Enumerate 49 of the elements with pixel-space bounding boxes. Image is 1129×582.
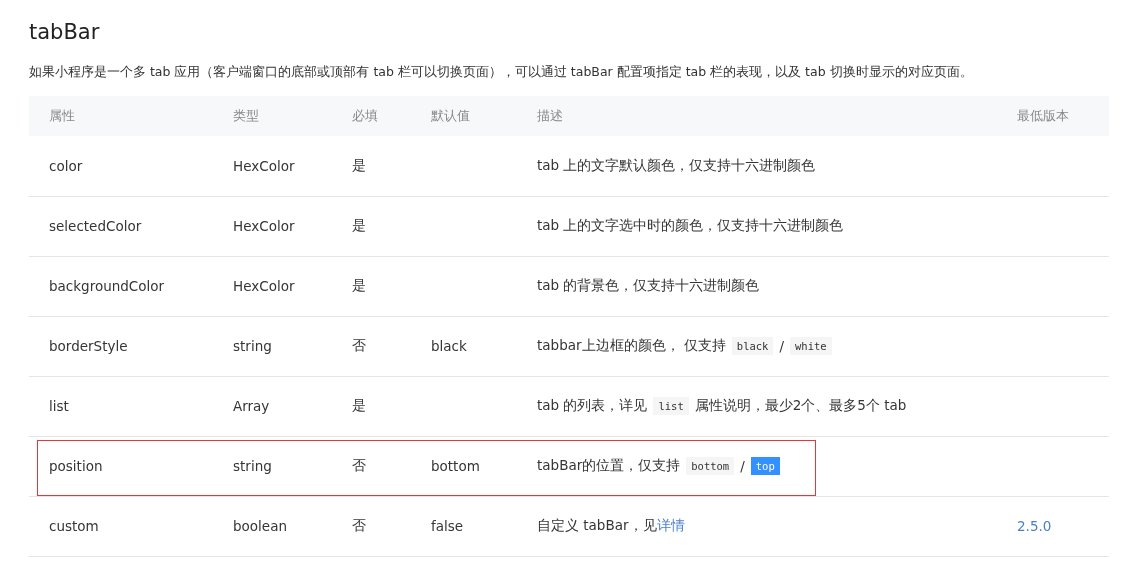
table-cell: 否 xyxy=(352,457,366,473)
table-cell: string xyxy=(233,338,272,354)
table-cell: / xyxy=(740,458,745,474)
code-snippet: bottom xyxy=(686,457,735,475)
table-cell: HexColor xyxy=(233,218,295,234)
code-snippet: top xyxy=(750,457,780,475)
column-header: 描述 xyxy=(517,96,997,136)
code-snippet: white xyxy=(790,337,832,355)
table-cell: tab 上的文字默认颜色，仅支持十六进制颜色 xyxy=(537,156,816,175)
table-cell: HexColor xyxy=(233,157,295,174)
table-cell: selectedColor xyxy=(49,218,142,234)
code-snippet: black xyxy=(731,337,774,355)
intro-paragraph: 如果小程序是一个多 tab 应用（客户端窗口的底部或顶部有 tab 栏可以切换页面），可以通过 tabBar 配置项指定 tab 栏的表现，以及 tab 切换时显示的对应页面。 xyxy=(29,63,974,81)
table-cell: 属性说明，最少2个、最多5个 tab xyxy=(694,397,907,415)
table-cell: borderStyle xyxy=(49,338,128,354)
table-cell: color xyxy=(49,157,83,174)
table-cell: 自定义 tabBar，见 xyxy=(537,517,657,535)
details-link[interactable]: 详情 xyxy=(656,517,685,535)
table-cell: 是 xyxy=(352,217,366,233)
table-cell: string xyxy=(233,458,272,474)
table-cell: 否 xyxy=(352,517,366,533)
table-cell: tabbar上边框的颜色， 仅支持 xyxy=(537,337,726,355)
table-cell: HexColor xyxy=(233,278,295,294)
version-link[interactable]: 2.5.0 xyxy=(1017,518,1052,534)
page-title: tabBar xyxy=(29,19,101,46)
table-cell: backgroundColor xyxy=(49,278,165,294)
table-cell: bottom xyxy=(431,458,480,474)
table-cell: tab 的列表，详见 xyxy=(537,397,648,415)
table-cell: false xyxy=(431,518,464,534)
column-header: 类型 xyxy=(213,96,332,136)
table-cell: 是 xyxy=(352,277,366,293)
table-cell: 是 xyxy=(352,156,366,173)
table-cell: tab 上的文字选中时的颜色，仅支持十六进制颜色 xyxy=(537,217,844,235)
column-header: 默认值 xyxy=(411,96,517,136)
table-cell: Array xyxy=(233,398,270,414)
table-cell: tab 的背景色，仅支持十六进制颜色 xyxy=(537,277,760,295)
table-cell: list xyxy=(49,398,69,414)
code-snippet: list xyxy=(653,397,689,415)
table-cell: 是 xyxy=(352,397,366,413)
table-cell: custom xyxy=(49,518,99,534)
column-header: 必填 xyxy=(332,96,411,136)
table-cell: position xyxy=(49,458,103,474)
column-header: 最低版本 xyxy=(997,96,1109,136)
table-cell: 否 xyxy=(352,337,366,353)
table-cell: / xyxy=(779,338,784,354)
table-cell: tabBar的位置，仅支持 xyxy=(537,457,681,475)
table-cell: black xyxy=(431,338,467,354)
column-header: 属性 xyxy=(29,96,213,136)
table-cell: boolean xyxy=(233,518,287,534)
